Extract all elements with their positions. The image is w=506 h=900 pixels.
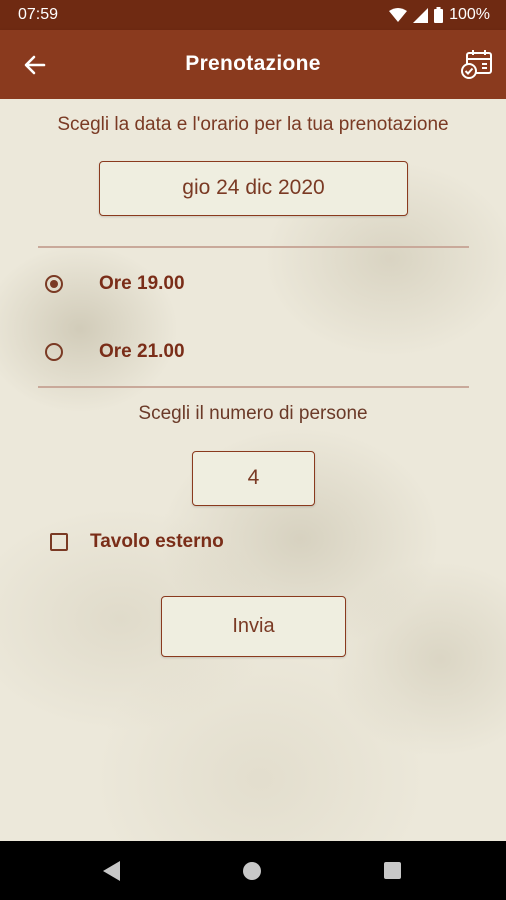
submit-button[interactable]: Invia — [161, 596, 346, 657]
signal-icon — [413, 7, 429, 23]
people-prompt: Scegli il numero di persone — [138, 403, 368, 424]
status-time: 07:59 — [18, 6, 59, 23]
time-option-label: Ore 21.00 — [99, 341, 185, 362]
battery-percent: 100% — [449, 6, 490, 23]
time-option-19[interactable]: Ore 19.00 — [45, 269, 185, 299]
time-option-21[interactable]: Ore 21.00 — [45, 337, 185, 367]
page-title: Prenotazione — [185, 52, 321, 75]
nav-recents-icon[interactable] — [384, 862, 401, 879]
nav-home-icon[interactable] — [243, 862, 261, 880]
status-bar: 07:59 100% — [0, 0, 506, 30]
booking-form: Scegli la data e l'orario per la tua pre… — [0, 99, 506, 841]
calendar-booking-icon[interactable] — [458, 47, 494, 83]
divider-top — [38, 246, 469, 248]
date-prompt: Scegli la data e l'orario per la tua pre… — [57, 114, 449, 135]
date-picker-button[interactable]: gio 24 dic 2020 — [99, 161, 408, 216]
app-bar: Prenotazione — [0, 30, 506, 99]
nav-back-icon[interactable] — [102, 861, 122, 881]
navigation-bar — [0, 841, 506, 900]
outdoor-table-option[interactable]: Tavolo esterno — [50, 527, 224, 557]
battery-icon — [434, 7, 444, 23]
divider-bottom — [38, 386, 469, 388]
radio-selected-icon[interactable] — [45, 275, 63, 293]
outdoor-table-label: Tavolo esterno — [90, 531, 224, 552]
status-icons: 100% — [389, 6, 490, 24]
wifi-icon — [389, 7, 408, 22]
checkbox-icon[interactable] — [50, 533, 68, 551]
time-option-label: Ore 19.00 — [99, 273, 185, 294]
people-count-field[interactable]: 4 — [192, 451, 315, 506]
radio-unselected-icon[interactable] — [45, 343, 63, 361]
